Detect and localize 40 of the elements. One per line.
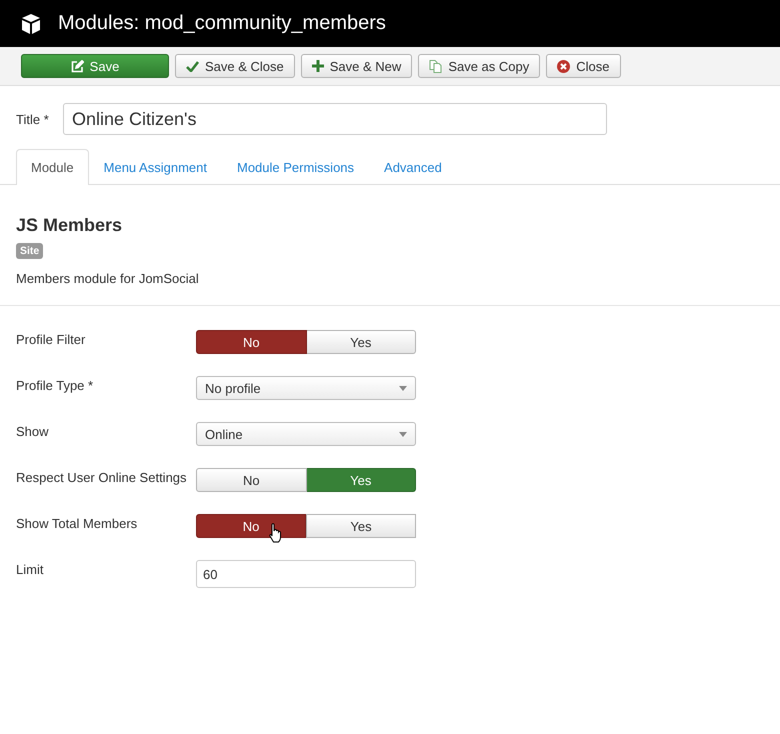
- toolbar-button[interactable]: Save & Close: [175, 54, 295, 78]
- field-label: Respect User Online Settings: [16, 469, 188, 485]
- dropdown-arrow-icon: [399, 386, 407, 390]
- toolbar-button[interactable]: Close: [546, 54, 620, 78]
- plus-icon: [312, 60, 324, 72]
- field-label: Profile Filter: [16, 331, 86, 347]
- tab[interactable]: Menu Assignment: [88, 149, 222, 184]
- copy-icon: [429, 60, 442, 72]
- window-title: Modules: mod_community_members: [58, 12, 386, 35]
- tab[interactable]: Advanced: [369, 149, 457, 184]
- toggle-option[interactable]: No: [196, 468, 306, 492]
- toolbar-button[interactable]: Save as Copy: [418, 54, 540, 78]
- title-label: Title *: [16, 112, 50, 126]
- title-input[interactable]: Online Citizen's: [63, 103, 607, 135]
- select-value: No profile: [205, 380, 261, 396]
- toolbar-button[interactable]: Save: [21, 54, 169, 78]
- select-field[interactable]: No profile: [196, 376, 416, 400]
- tab[interactable]: Module Permissions: [222, 149, 370, 184]
- dropdown-arrow-icon: [399, 432, 407, 436]
- toggle-option[interactable]: Yes: [306, 330, 416, 354]
- module-heading: JS Members: [16, 215, 124, 236]
- tab[interactable]: Module: [16, 149, 89, 185]
- limit-input[interactable]: 60: [196, 560, 416, 588]
- close-icon: [557, 60, 570, 72]
- cube-icon: [20, 12, 42, 34]
- select-value: Online: [205, 426, 243, 442]
- field-label: Show: [16, 423, 50, 439]
- site-badge: Site: [16, 243, 44, 259]
- toolbar-button[interactable]: Save & New: [300, 54, 412, 78]
- field-label: Profile Type *: [16, 377, 94, 393]
- check-icon: [186, 60, 199, 72]
- toggle-option[interactable]: No: [196, 514, 306, 538]
- select-field[interactable]: Online: [196, 422, 416, 446]
- field-label: Limit: [16, 561, 44, 577]
- toggle-option[interactable]: Yes: [306, 468, 416, 492]
- edit-icon: [70, 60, 84, 72]
- toggle-option[interactable]: No: [196, 330, 306, 354]
- field-label: Show Total Members: [16, 515, 138, 531]
- module-description: Members module for JomSocial: [16, 271, 200, 286]
- toggle-option[interactable]: Yes: [306, 514, 416, 538]
